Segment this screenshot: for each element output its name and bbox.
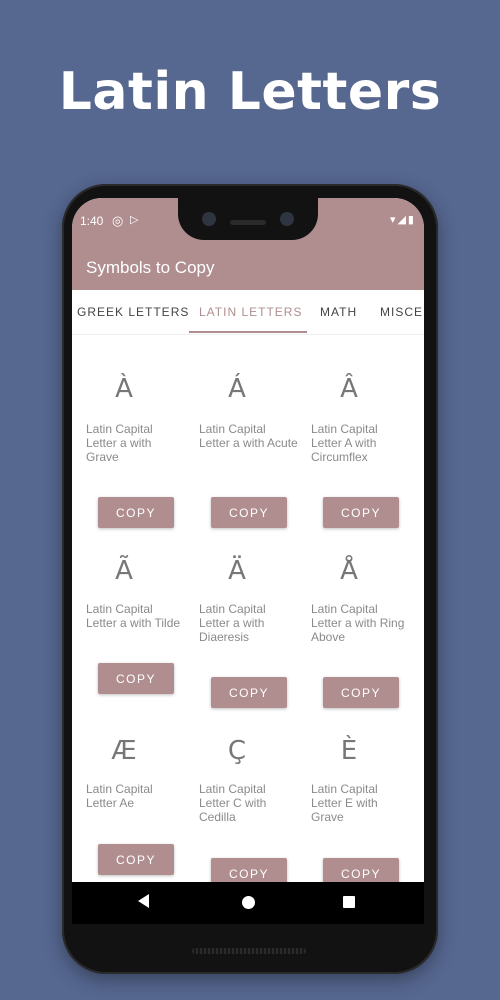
symbol-glyph: Æ (111, 736, 137, 766)
camera-icon (280, 212, 294, 226)
camera-notch (178, 198, 318, 240)
tab-miscellaneous[interactable]: MISCEL (380, 305, 424, 319)
tab-greek-letters[interactable]: GREEK LETTERS (77, 305, 189, 319)
status-bar: 1:40 ◎ ▷ ▾◢▮ (72, 198, 424, 246)
symbol-glyph: Ä (228, 556, 246, 586)
promo-title: Latin Letters (58, 62, 442, 122)
copy-button[interactable]: COPY (98, 844, 174, 875)
app-title: Symbols to Copy (86, 258, 215, 277)
symbol-description: Latin Capital Letter a with Tilde (86, 602, 181, 630)
phone-speaker (192, 948, 306, 954)
system-nav-bar (72, 882, 424, 924)
symbol-description: Latin Capital Letter E with Grave (311, 782, 378, 824)
play-store-icon: ▷ (130, 214, 139, 226)
symbol-grid: À Latin Capital Letter a with Grave COPY… (72, 334, 424, 889)
symbol-description: Latin Capital Letter a with Grave (86, 422, 153, 464)
symbol-description: Latin Capital Letter a with Acute (199, 422, 298, 450)
copy-button[interactable]: COPY (98, 663, 174, 694)
symbol-glyph: Â (340, 374, 358, 404)
symbol-description: Latin Capital Letter a with Diaeresis (199, 602, 266, 644)
copy-button[interactable]: COPY (211, 497, 287, 528)
copy-button[interactable]: COPY (98, 497, 174, 528)
sync-icon: ◎ (112, 213, 124, 228)
symbol-glyph: Ç (227, 736, 247, 766)
tab-math[interactable]: MATH (320, 305, 357, 319)
copy-button[interactable]: COPY (323, 497, 399, 528)
copy-button[interactable]: COPY (323, 677, 399, 708)
camera-icon (202, 212, 216, 226)
copy-button[interactable]: COPY (211, 677, 287, 708)
tab-indicator (189, 331, 307, 333)
app-bar: Symbols to Copy (72, 246, 424, 290)
back-icon[interactable] (138, 894, 149, 908)
symbol-description: Latin Capital Letter C with Cedilla (199, 782, 267, 824)
symbol-description: Latin Capital Letter a with Ring Above (311, 602, 405, 644)
symbol-description: Latin Capital Letter A with Circumflex (311, 422, 378, 464)
symbol-glyph: È (340, 736, 358, 766)
status-time: 1:40 (80, 214, 104, 228)
earpiece (230, 220, 266, 225)
phone-screen: 1:40 ◎ ▷ ▾◢▮ Symbols to Copy GREEK LETTE… (72, 198, 424, 924)
tab-bar: GREEK LETTERS LATIN LETTERS MATH MISCEL (72, 290, 424, 335)
symbol-glyph: Å (340, 556, 358, 586)
tab-latin-letters[interactable]: LATIN LETTERS (199, 305, 302, 319)
symbol-description: Latin Capital Letter Ae (86, 782, 153, 810)
symbol-glyph: À (115, 374, 133, 404)
wifi-battery-icons: ▾◢▮ (389, 214, 416, 226)
recents-icon[interactable] (343, 896, 355, 908)
home-icon[interactable] (242, 896, 255, 909)
symbol-glyph: Ã (115, 556, 133, 586)
symbol-glyph: Á (228, 374, 246, 404)
